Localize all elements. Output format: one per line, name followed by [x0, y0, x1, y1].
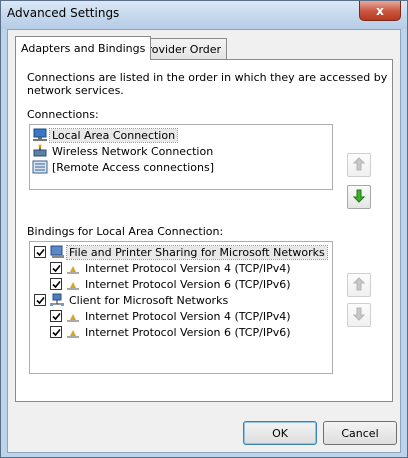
ok-button-label: OK [272, 426, 288, 440]
ok-button[interactable]: OK [243, 421, 317, 445]
protocol-icon [65, 261, 81, 275]
protocol-icon [65, 325, 81, 339]
list-item[interactable]: Internet Protocol Version 6 (TCP/IPv6) [50, 276, 293, 292]
list-item[interactable]: [Remote Access connections] [32, 159, 216, 175]
list-item[interactable]: Local Area Connection [32, 127, 179, 143]
connections-label: Connections: [27, 108, 99, 121]
tab-label: Provider Order [141, 43, 222, 56]
advanced-settings-window: Advanced Settings x Adapters and Binding… [0, 0, 408, 458]
binding-label: Client for Microsoft Networks [69, 293, 229, 307]
binding-label: Internet Protocol Version 4 (TCP/IPv4) [85, 309, 291, 323]
cancel-button-label: Cancel [341, 426, 379, 440]
binding-label: File and Printer Sharing for Microsoft N… [66, 244, 328, 260]
bindings-label: Bindings for Local Area Connection: [27, 225, 224, 238]
network-connection-icon [32, 128, 48, 142]
list-item[interactable]: Internet Protocol Version 4 (TCP/IPv4) [50, 260, 293, 276]
bindings-list[interactable]: File and Printer Sharing for Microsoft N… [29, 241, 333, 374]
arrow-up-icon [352, 156, 366, 174]
binding-checkbox[interactable] [50, 278, 62, 290]
binding-move-down-button[interactable] [347, 303, 371, 327]
protocol-icon [65, 309, 81, 323]
arrow-down-icon [352, 189, 366, 206]
list-item[interactable]: Wireless Network Connection [32, 143, 215, 159]
dialog-client-area: Adapters and Bindings Provider Order Con… [7, 29, 401, 453]
title-bar[interactable]: Advanced Settings x [1, 1, 407, 29]
binding-checkbox[interactable] [50, 262, 62, 274]
binding-checkbox[interactable] [34, 294, 46, 306]
binding-label: Internet Protocol Version 6 (TCP/IPv6) [85, 277, 291, 291]
remote-access-icon [32, 160, 48, 174]
connection-move-down-button[interactable] [347, 185, 371, 209]
list-item[interactable]: File and Printer Sharing for Microsoft N… [34, 244, 328, 260]
arrow-up-icon [352, 276, 366, 294]
connection-label: Wireless Network Connection [52, 144, 214, 158]
intro-text-line-1: Connections are listed in the order in w… [27, 71, 388, 84]
binding-checkbox[interactable] [50, 310, 62, 322]
connection-label: [Remote Access connections] [52, 160, 215, 174]
cancel-button[interactable]: Cancel [323, 421, 397, 445]
binding-label: Internet Protocol Version 6 (TCP/IPv6) [85, 325, 291, 339]
binding-label: Internet Protocol Version 4 (TCP/IPv4) [85, 261, 291, 275]
list-item[interactable]: Internet Protocol Version 4 (TCP/IPv4) [50, 308, 293, 324]
binding-checkbox[interactable] [50, 326, 62, 338]
window-title: Advanced Settings [7, 6, 120, 20]
protocol-icon [65, 277, 81, 291]
file-printer-sharing-icon [49, 245, 65, 259]
binding-checkbox[interactable] [34, 246, 46, 258]
connection-move-up-button[interactable] [347, 153, 371, 177]
binding-move-up-button[interactable] [347, 273, 371, 297]
close-button[interactable]: x [359, 1, 401, 21]
arrow-down-icon [352, 307, 366, 324]
wireless-connection-icon [32, 144, 48, 158]
close-icon: x [376, 3, 384, 18]
tab-panel: Connections are listed in the order in w… [15, 59, 393, 402]
tab-label: Adapters and Bindings [21, 42, 146, 55]
list-item[interactable]: Client for Microsoft Networks [34, 292, 230, 308]
network-client-icon [49, 293, 65, 307]
list-item[interactable]: Internet Protocol Version 6 (TCP/IPv6) [50, 324, 293, 340]
connection-label: Local Area Connection [48, 127, 179, 143]
intro-text-line-2: network services. [27, 84, 124, 97]
tab-adapters-and-bindings[interactable]: Adapters and Bindings [15, 36, 152, 60]
connections-list[interactable]: Local Area Connection Wireless Network C… [29, 124, 333, 190]
